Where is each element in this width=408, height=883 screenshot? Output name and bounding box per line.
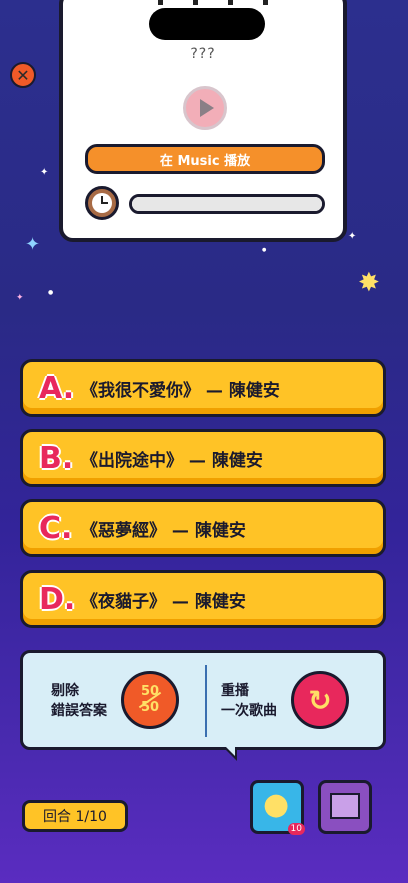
option-text: 《惡夢經》 — 陳健安 <box>81 520 246 541</box>
replay-button[interactable]: ↻ <box>291 671 349 729</box>
option-text: 《出院途中》 — 陳健安 <box>81 450 263 471</box>
powerups-panel: 剔除 錯誤答案 50 50 重播 一次歌曲 ↻ <box>20 650 386 761</box>
star-decoration: ✦ <box>25 234 41 255</box>
play-button[interactable] <box>183 86 227 130</box>
star-decoration: ● <box>48 289 54 296</box>
fifty-fifty-icon: 50 50 <box>137 685 163 715</box>
clock-icon <box>85 186 119 220</box>
option-text: 《夜貓子》 — 陳健安 <box>81 591 246 612</box>
play-icon <box>200 99 214 117</box>
star-decoration: ✦ <box>40 167 49 178</box>
hint-count-badge: 10 <box>287 823 305 835</box>
option-d-button[interactable]: D. 《夜貓子》 — 陳健安 <box>20 570 386 628</box>
option-letter: B. <box>39 440 74 476</box>
replay-icon: ↻ <box>308 683 332 717</box>
option-letter: D. <box>39 581 76 617</box>
close-icon: ✕ <box>16 65 30 85</box>
option-text: 《我很不愛你》 — 陳健安 <box>81 380 280 401</box>
star-decoration: ✦ <box>348 231 357 242</box>
option-a-button[interactable]: A. 《我很不愛你》 — 陳健安 <box>20 359 386 417</box>
shop-button[interactable] <box>318 780 372 834</box>
dynamic-island <box>149 8 265 40</box>
round-label: 回合 1/10 <box>43 809 107 825</box>
hint-button[interactable]: ● 10 <box>250 780 305 835</box>
shop-icon <box>330 793 360 819</box>
time-progress-bar <box>129 194 325 214</box>
play-in-music-button[interactable]: 在 Music 播放 <box>85 144 325 174</box>
bubble-tail-inner <box>226 747 235 756</box>
star-decoration: ✸ <box>358 268 380 298</box>
option-letter: C. <box>39 510 73 546</box>
fifty-fifty-button[interactable]: 50 50 <box>121 671 179 729</box>
option-c-button[interactable]: C. 《惡夢經》 — 陳健安 <box>20 499 386 557</box>
option-letter: A. <box>39 370 75 406</box>
star-decoration: ● <box>262 247 267 253</box>
song-card: ??? 在 Music 播放 <box>59 0 347 242</box>
divider <box>205 665 207 737</box>
star-decoration: ✦ <box>16 293 24 303</box>
round-counter: 回合 1/10 <box>22 800 128 832</box>
dots-decoration <box>158 0 268 5</box>
replay-label: 重播 一次歌曲 <box>221 683 277 719</box>
option-b-button[interactable]: B. 《出院途中》 — 陳健安 <box>20 429 386 487</box>
close-button[interactable]: ✕ <box>10 62 36 88</box>
remove-wrong-label: 剔除 錯誤答案 <box>51 683 107 719</box>
music-label: 在 Music 播放 <box>159 153 251 169</box>
lightbulb-icon: ● <box>263 787 290 822</box>
song-title: ??? <box>190 46 216 62</box>
